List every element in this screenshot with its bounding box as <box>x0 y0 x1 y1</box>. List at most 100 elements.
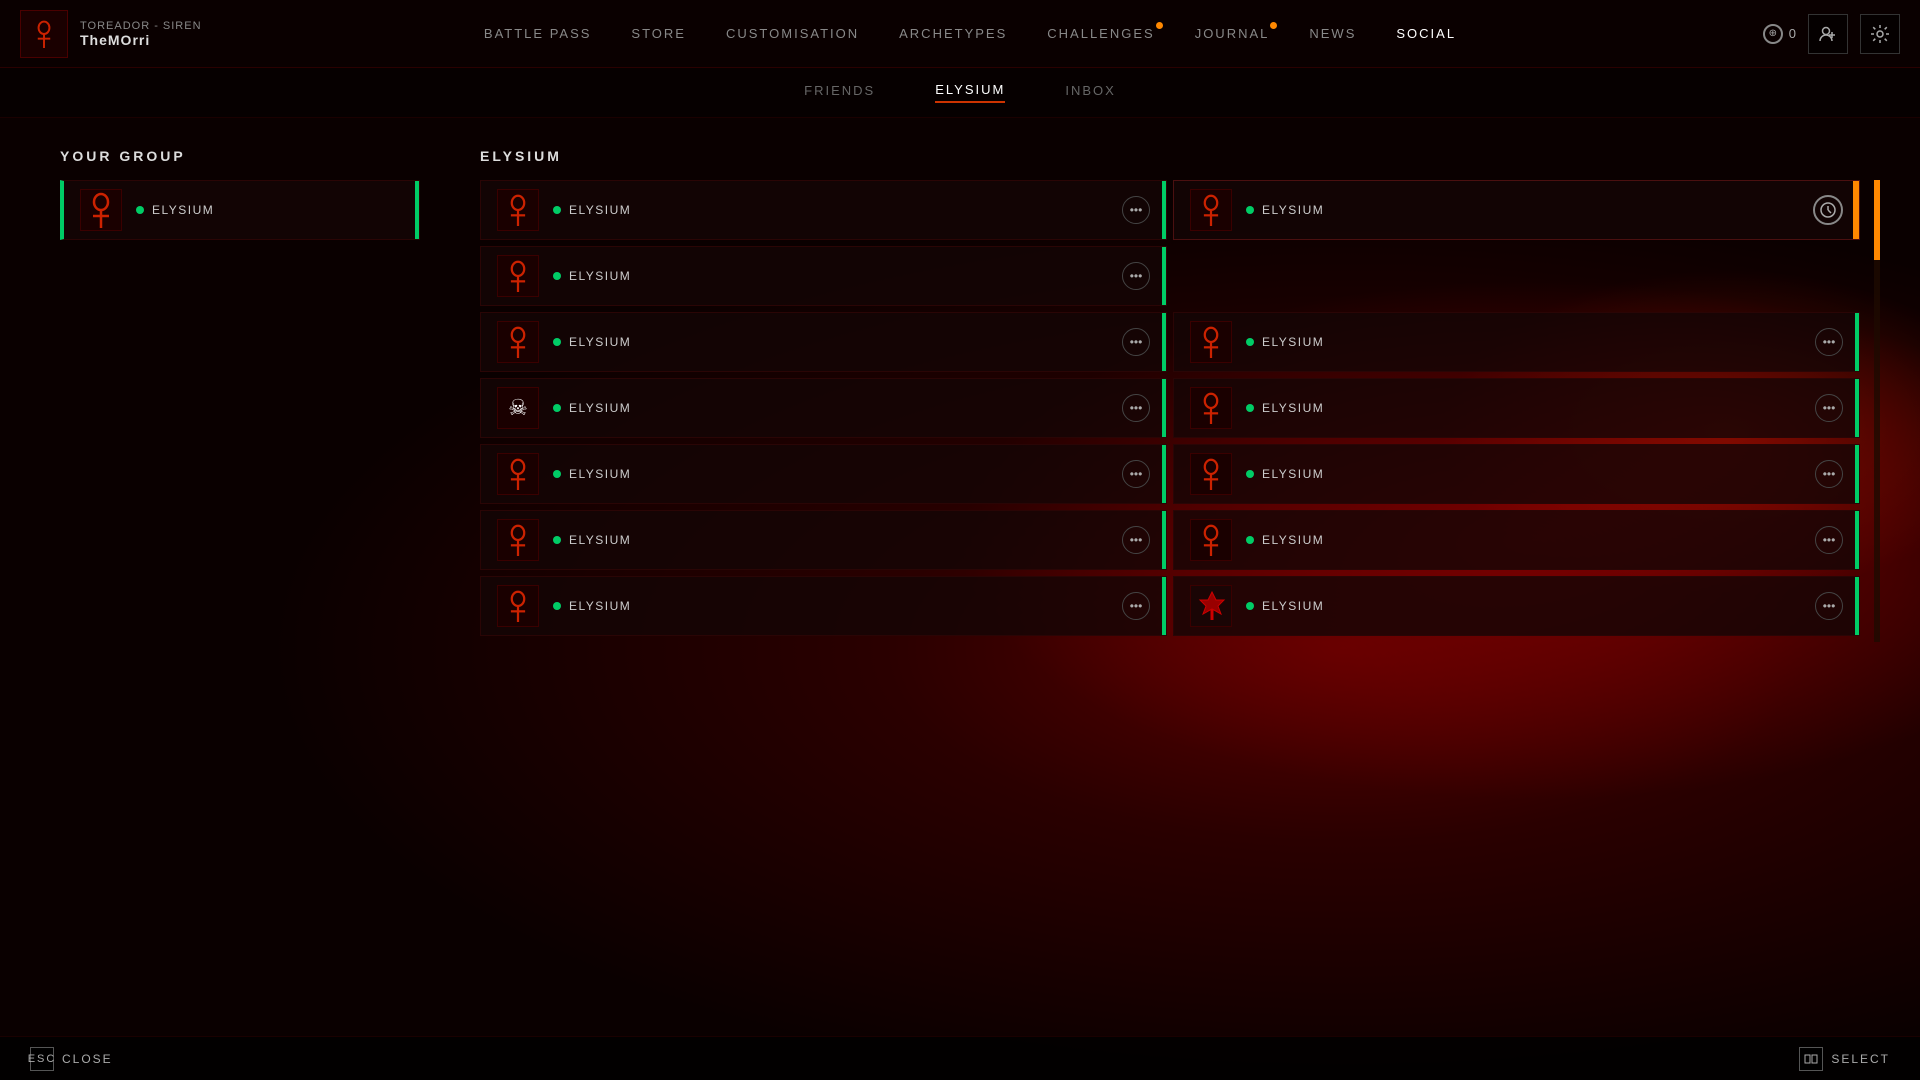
avatar-r2 <box>1190 387 1232 429</box>
border-6 <box>1162 577 1166 635</box>
border-r4 <box>1855 511 1859 569</box>
main-area: YOUR GROUP ELYSIUM ELYSIUM <box>0 118 1920 1036</box>
elysium-section: ELYSIUM <box>480 148 1860 1006</box>
dots-btn-left-2[interactable]: ••• <box>1122 328 1150 356</box>
dot-r1 <box>1246 338 1254 346</box>
elysium-member-left-1[interactable]: ELYSIUM ••• <box>480 246 1167 306</box>
nav-archetypes[interactable]: ARCHETYPES <box>899 26 1007 41</box>
orange-scroll-bar <box>1853 181 1859 239</box>
avatar-3: ☠ <box>497 387 539 429</box>
your-group-member[interactable]: ELYSIUM <box>60 180 420 240</box>
elysium-member-right-5[interactable]: ELYSIUM ••• <box>1173 576 1860 636</box>
journal-notif-dot <box>1270 22 1277 29</box>
dots-btn-right-4[interactable]: ••• <box>1815 526 1843 554</box>
dot-r4 <box>1246 536 1254 544</box>
dots-btn-left-4[interactable]: ••• <box>1122 460 1150 488</box>
currency-display: ⊕ 0 <box>1763 24 1796 44</box>
dot-r5 <box>1246 602 1254 610</box>
your-group-section: YOUR GROUP ELYSIUM <box>60 148 420 1006</box>
avatar-4 <box>497 453 539 495</box>
online-indicator <box>136 206 144 214</box>
dots-btn-right-2[interactable]: ••• <box>1815 394 1843 422</box>
avatar-1 <box>497 255 539 297</box>
elysium-member-left-4[interactable]: ELYSIUM ••• <box>480 444 1167 504</box>
top-navigation: TOREADOR - SIREN TheMOrri BATTLE PASS ST… <box>0 0 1920 68</box>
tab-friends[interactable]: FRIENDS <box>804 83 875 102</box>
dots-btn-right-3[interactable]: ••• <box>1815 460 1843 488</box>
dots-btn-left-6[interactable]: ••• <box>1122 592 1150 620</box>
name-row-r5: ELYSIUM <box>1246 599 1801 613</box>
name-row-5: ELYSIUM <box>553 533 1108 547</box>
tab-elysium[interactable]: ELYSIUM <box>935 82 1005 103</box>
name-row-4: ELYSIUM <box>553 467 1108 481</box>
select-button[interactable]: SELECT <box>1799 1047 1890 1071</box>
scroll-thumb[interactable] <box>1874 180 1880 260</box>
name-row-r4: ELYSIUM <box>1246 533 1801 547</box>
nav-store[interactable]: STORE <box>631 26 686 41</box>
currency-icon: ⊕ <box>1763 24 1783 44</box>
avatar-r0 <box>1190 189 1232 231</box>
name-row-3: ELYSIUM <box>553 401 1108 415</box>
avatar-r1 <box>1190 321 1232 363</box>
nav-social[interactable]: SOCIAL <box>1396 26 1456 41</box>
dot-6 <box>553 602 561 610</box>
dot-5 <box>553 536 561 544</box>
dots-btn-right-1[interactable]: ••• <box>1815 328 1843 356</box>
border-3 <box>1162 379 1166 437</box>
nav-customisation[interactable]: CUSTOMISATION <box>726 26 859 41</box>
dots-btn-left-3[interactable]: ••• <box>1122 394 1150 422</box>
dots-btn-left-1[interactable]: ••• <box>1122 262 1150 290</box>
name-r0: ELYSIUM <box>1262 203 1324 217</box>
settings-button[interactable] <box>1860 14 1900 54</box>
member-name-row: ELYSIUM <box>136 203 403 217</box>
friends-button[interactable] <box>1808 14 1848 54</box>
selected-border <box>415 181 419 239</box>
elysium-member-right-4[interactable]: ELYSIUM ••• <box>1173 510 1860 570</box>
scroll-track <box>1874 180 1880 642</box>
border-r5 <box>1855 577 1859 635</box>
avatar-r3 <box>1190 453 1232 495</box>
border-r2 <box>1855 379 1859 437</box>
name-0: ELYSIUM <box>569 203 631 217</box>
name-row-6: ELYSIUM <box>553 599 1108 613</box>
player-clan: TOREADOR - SIREN <box>80 20 202 32</box>
sub-navigation: FRIENDS ELYSIUM INBOX <box>0 68 1920 118</box>
border-2 <box>1162 313 1166 371</box>
nav-battle-pass[interactable]: BATTLE PASS <box>484 26 592 41</box>
dot-0 <box>553 206 561 214</box>
context-menu-trigger[interactable] <box>1813 195 1843 225</box>
elysium-member-right-3[interactable]: ELYSIUM ••• <box>1173 444 1860 504</box>
elysium-member-left-0[interactable]: ELYSIUM ••• <box>480 180 1167 240</box>
dots-btn-left-5[interactable]: ••• <box>1122 526 1150 554</box>
elysium-member-left-2[interactable]: ELYSIUM ••• <box>480 312 1167 372</box>
dots-btn-right-5[interactable]: ••• <box>1815 592 1843 620</box>
elysium-member-right-1[interactable]: ELYSIUM ••• <box>1173 312 1860 372</box>
nav-journal[interactable]: JOURNAL <box>1195 26 1270 41</box>
elysium-grid: ELYSIUM ••• <box>480 180 1860 642</box>
your-group-title: YOUR GROUP <box>60 148 420 164</box>
avatar-5 <box>497 519 539 561</box>
dot-1 <box>553 272 561 280</box>
name-row-r2: ELYSIUM <box>1246 401 1801 415</box>
player-name: TheMOrri <box>80 32 202 48</box>
elysium-left-col: ELYSIUM ••• <box>480 180 1167 642</box>
name-r4: ELYSIUM <box>1262 533 1324 547</box>
border-r3 <box>1855 445 1859 503</box>
select-label: SELECT <box>1831 1052 1890 1066</box>
nav-right: ⊕ 0 <box>1700 14 1900 54</box>
name-row-2: ELYSIUM <box>553 335 1108 349</box>
close-button[interactable]: ESC CLOSE <box>30 1047 113 1071</box>
elysium-member-right-0[interactable]: ELYSIUM INVITE TO GROUP <box>1173 180 1860 240</box>
dots-btn-left-0[interactable]: ••• <box>1122 196 1150 224</box>
nav-challenges[interactable]: CHALLENGES <box>1047 26 1154 41</box>
dot-2 <box>553 338 561 346</box>
avatar-r5 <box>1190 585 1232 627</box>
elysium-member-left-3[interactable]: ☠ ELYSIUM ••• <box>480 378 1167 438</box>
player-avatar <box>20 10 68 58</box>
elysium-member-right-2[interactable]: ELYSIUM ••• <box>1173 378 1860 438</box>
elysium-member-left-5[interactable]: ELYSIUM ••• <box>480 510 1167 570</box>
elysium-member-left-6[interactable]: ELYSIUM ••• <box>480 576 1167 636</box>
tab-inbox[interactable]: INBOX <box>1065 83 1115 102</box>
esc-key: ESC <box>30 1047 54 1071</box>
nav-news[interactable]: NEWS <box>1309 26 1356 41</box>
